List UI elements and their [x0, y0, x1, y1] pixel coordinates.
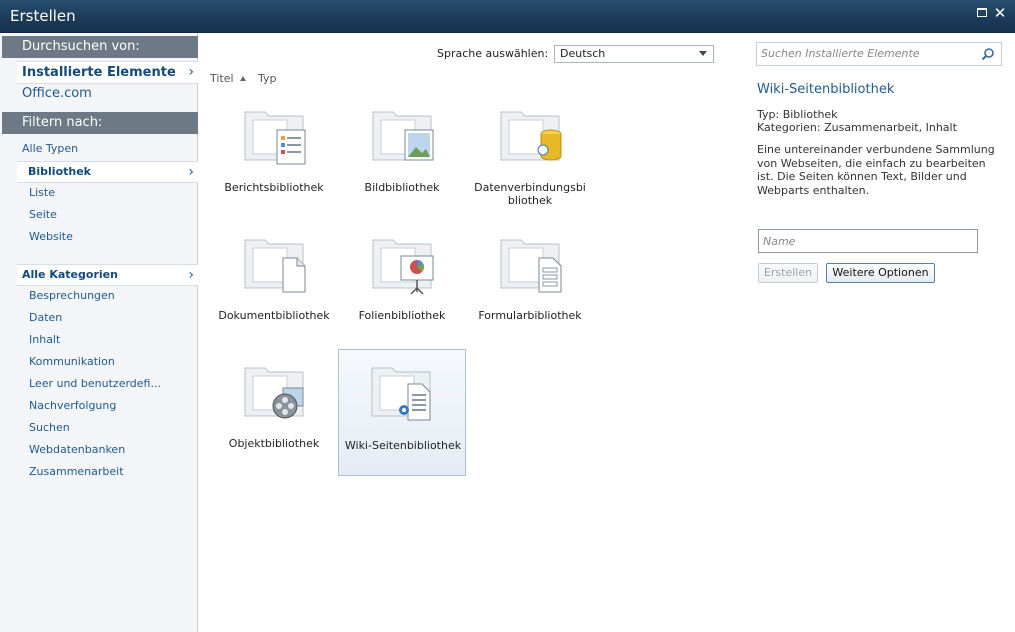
chevron-right-icon: ›: [188, 164, 194, 180]
picture-library-icon: [372, 111, 434, 161]
window-title: Erstellen: [10, 7, 76, 25]
document-library-icon: [244, 239, 306, 293]
language-select[interactable]: Deutsch: [554, 45, 714, 63]
filter-list[interactable]: Liste: [29, 186, 55, 199]
maximize-icon[interactable]: [974, 5, 990, 21]
search-placeholder: Suchen Installierte Elemente: [761, 47, 920, 60]
filter-page[interactable]: Seite: [29, 208, 57, 221]
tile-label: Wiki-Seitenbibliothek: [344, 439, 462, 452]
category-item[interactable]: Nachverfolgung: [29, 399, 116, 412]
form-library-icon: [500, 239, 562, 293]
tile-label: Dokumentbibliothek: [218, 309, 330, 322]
main-panel: Sprache auswählen: Deutsch Titel Typ Ber…: [199, 33, 739, 632]
sidebar-item-label: Installierte Elemente: [22, 65, 176, 80]
dropdown-arrow-icon: [699, 51, 707, 56]
category-item[interactable]: Suchen: [29, 421, 70, 434]
tile-report-library[interactable]: Berichtsbibliothek: [211, 99, 337, 225]
name-placeholder: Name: [763, 235, 796, 248]
category-item[interactable]: Besprechungen: [29, 289, 115, 302]
name-field[interactable]: Name: [758, 229, 978, 253]
detail-title: Wiki-Seitenbibliothek: [757, 82, 895, 97]
sort-by-title[interactable]: Titel: [210, 72, 234, 85]
title-bar: Erstellen ✕: [0, 0, 1015, 33]
category-item[interactable]: Daten: [29, 311, 62, 324]
sort-ascending-icon: [240, 76, 246, 81]
category-item[interactable]: Leer und benutzerdefi...: [29, 377, 161, 390]
filter-label: Bibliothek: [28, 165, 91, 178]
category-item[interactable]: Zusammenarbeit: [29, 465, 124, 478]
filter-library[interactable]: Bibliothek ›: [17, 161, 198, 183]
sidebar: Durchsuchen von: Installierte Elemente ›…: [0, 33, 198, 632]
tile-wiki-page-library[interactable]: Wiki-Seitenbibliothek: [338, 349, 466, 476]
detail-type: Typ: Bibliothek: [757, 108, 838, 121]
category-item[interactable]: Kommunikation: [29, 355, 115, 368]
category-item[interactable]: Webdatenbanken: [29, 443, 125, 456]
search-icon[interactable]: [981, 47, 995, 61]
tile-label: Objektbibliothek: [228, 437, 320, 450]
tile-label: Folienbibliothek: [358, 309, 446, 322]
tile-slide-library[interactable]: Folienbibliothek: [339, 227, 465, 353]
language-value: Deutsch: [560, 47, 606, 60]
data-connection-library-icon: [500, 111, 562, 161]
sidebar-item-installed[interactable]: Installierte Elemente ›: [17, 61, 198, 84]
tile-label: Bildbibliothek: [364, 181, 440, 194]
report-library-icon: [244, 111, 306, 165]
tile-asset-library[interactable]: Objektbibliothek: [211, 355, 337, 481]
filter-website[interactable]: Website: [29, 230, 73, 243]
details-panel: Suchen Installierte Elemente Wiki-Seiten…: [740, 33, 1015, 632]
create-button[interactable]: Erstellen: [758, 263, 818, 283]
sidebar-item-office[interactable]: Office.com: [22, 86, 92, 101]
chevron-right-icon: ›: [188, 64, 194, 80]
tile-form-library[interactable]: Formularbibliothek: [467, 227, 593, 353]
close-icon[interactable]: ✕: [992, 5, 1008, 21]
more-options-button[interactable]: Weitere Optionen: [826, 263, 935, 283]
asset-library-icon: [244, 367, 304, 419]
filter-all-types[interactable]: Alle Typen: [22, 142, 78, 155]
tile-label: Formularbibliothek: [478, 309, 582, 322]
category-label: Alle Kategorien: [22, 268, 118, 281]
tile-document-library[interactable]: Dokumentbibliothek: [211, 227, 337, 353]
language-label: Sprache auswählen:: [437, 47, 549, 60]
tile-label: Datenverbindungsbibliothek: [474, 181, 586, 207]
tile-data-connection-library[interactable]: Datenverbindungsbibliothek: [467, 99, 593, 225]
chevron-right-icon: ›: [188, 267, 194, 283]
search-input[interactable]: Suchen Installierte Elemente: [756, 42, 1002, 66]
detail-description: Eine untereinander verbundene Sammlung v…: [757, 143, 995, 197]
category-all[interactable]: Alle Kategorien ›: [17, 264, 198, 286]
tile-label: Berichtsbibliothek: [224, 181, 324, 194]
slide-library-icon: [372, 239, 434, 295]
sort-by-type[interactable]: Typ: [258, 72, 277, 85]
detail-categories: Kategorien: Zusammenarbeit, Inhalt: [757, 121, 957, 134]
category-item[interactable]: Inhalt: [29, 333, 60, 346]
filter-heading: Filtern nach:: [2, 112, 198, 134]
wiki-page-library-icon: [371, 367, 431, 421]
tile-picture-library[interactable]: Bildbibliothek: [339, 99, 465, 225]
browse-heading: Durchsuchen von:: [2, 36, 198, 58]
